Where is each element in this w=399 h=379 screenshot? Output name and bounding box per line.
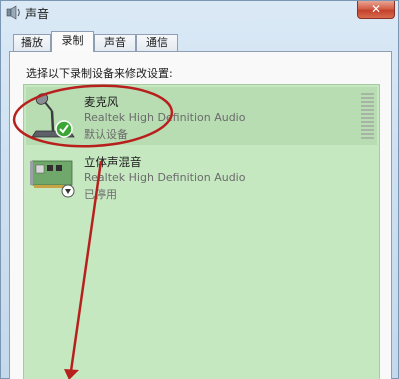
tab-recording[interactable]: 录制 bbox=[51, 31, 94, 52]
sound-card-icon bbox=[30, 160, 75, 198]
disabled-arrow-badge bbox=[61, 184, 75, 198]
speaker-app-icon bbox=[6, 5, 20, 20]
instruction-text: 选择以下录制设备来修改设置: bbox=[26, 67, 173, 80]
title-bar: 声音 ✕ bbox=[1, 1, 398, 25]
tab-communications[interactable]: 通信 bbox=[136, 34, 178, 51]
checkmark-badge bbox=[55, 120, 73, 138]
tab-bar: 播放 录制 声音 通信 bbox=[13, 31, 393, 52]
device-name: 立体声混音 bbox=[84, 155, 142, 169]
device-name: 麦克风 bbox=[84, 95, 119, 109]
device-driver: Realtek High Definition Audio bbox=[84, 111, 246, 124]
device-microphone[interactable]: 麦克风 Realtek High Definition Audio 默认设备 bbox=[26, 87, 377, 145]
device-stereo-mix[interactable]: 立体声混音 Realtek High Definition Audio 已停用 bbox=[26, 147, 377, 205]
tab-sounds[interactable]: 声音 bbox=[94, 34, 136, 51]
device-status: 默认设备 bbox=[84, 128, 128, 141]
sound-dialog: 声音 ✕ 播放 录制 声音 通信 选择以下录制设备来修改设置: 麦克风 Real… bbox=[0, 0, 399, 379]
tab-playback[interactable]: 播放 bbox=[13, 34, 51, 51]
device-status: 已停用 bbox=[84, 188, 117, 201]
device-driver: Realtek High Definition Audio bbox=[84, 171, 246, 184]
recording-panel: 选择以下录制设备来修改设置: 麦克风 Realtek High Definiti… bbox=[9, 51, 392, 379]
window-title: 声音 bbox=[25, 7, 50, 21]
microphone-icon bbox=[31, 93, 75, 138]
level-meter bbox=[361, 93, 374, 141]
device-list[interactable]: 麦克风 Realtek High Definition Audio 默认设备 立… bbox=[23, 84, 380, 379]
close-button[interactable]: ✕ bbox=[357, 1, 395, 19]
